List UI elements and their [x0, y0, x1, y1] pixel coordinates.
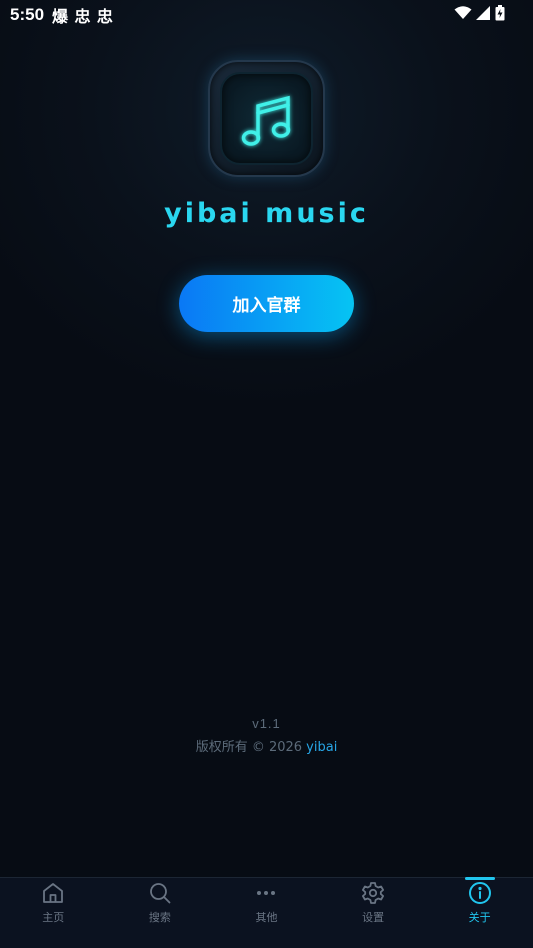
join-official-group-button[interactable]: 加入官群	[179, 275, 354, 332]
nav-item-settings[interactable]: 设置	[320, 878, 427, 948]
nav-item-search[interactable]: 搜索	[107, 878, 214, 948]
search-icon	[147, 880, 173, 906]
nav-label-settings: 设置	[362, 911, 385, 924]
status-bar: 5:50 爆 忠 忠	[0, 0, 533, 30]
nav-item-home[interactable]: 主页	[0, 878, 107, 948]
status-notification-icons: 爆 忠 忠	[52, 9, 114, 26]
logo-inner	[220, 72, 313, 165]
signal-icon	[476, 5, 491, 25]
gear-icon	[360, 880, 386, 906]
nav-item-about[interactable]: 关于	[426, 877, 533, 948]
battery-icon	[495, 4, 505, 26]
status-time: 5:50	[10, 5, 45, 24]
active-indicator	[464, 877, 495, 880]
nav-label-about: 关于	[468, 911, 491, 924]
app-logo	[208, 60, 325, 177]
more-icon	[253, 880, 279, 906]
nav-item-other[interactable]: 其他	[213, 878, 320, 948]
nav-label-home: 主页	[42, 911, 65, 924]
info-icon	[467, 880, 493, 906]
music-note-icon	[241, 95, 291, 146]
nav-label-search: 搜索	[148, 911, 171, 924]
version-text: v1.1	[252, 716, 281, 731]
copyright-brand-link[interactable]: yibai	[306, 740, 337, 755]
nav-label-other: 其他	[255, 911, 278, 924]
copyright-prefix: 版权所有 © 2026	[195, 740, 307, 755]
bottom-navigation: 主页 搜索 其他 设置 关于	[0, 877, 533, 948]
home-icon	[40, 880, 66, 906]
status-right	[454, 4, 505, 26]
status-left: 5:50 爆 忠 忠	[10, 3, 114, 27]
copyright-text: 版权所有 © 2026 yibai	[0, 736, 533, 755]
app-title: yibai music	[164, 198, 369, 229]
wifi-icon	[454, 5, 472, 25]
